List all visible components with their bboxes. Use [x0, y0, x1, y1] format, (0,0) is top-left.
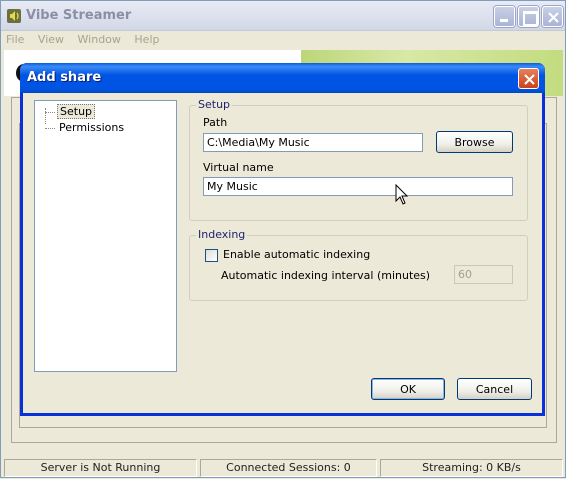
status-bar: Server is Not Running Connected Sessions… [1, 457, 566, 479]
mouse-cursor-icon [395, 184, 409, 205]
ok-button[interactable]: OK [371, 378, 445, 400]
path-input[interactable] [203, 133, 423, 152]
menu-view[interactable]: View [33, 31, 69, 48]
dialog-titlebar[interactable]: Add share [20, 63, 545, 93]
window-title: Vibe Streamer [26, 8, 132, 23]
tree-item-label: Setup [57, 104, 96, 119]
menu-window[interactable]: Window [73, 31, 126, 48]
tree-item-permissions[interactable]: Permissions [43, 121, 126, 135]
browse-button[interactable]: Browse [436, 131, 513, 153]
indexing-group-label: Indexing [196, 228, 248, 241]
virtual-name-input[interactable] [203, 177, 513, 196]
tree-item-setup[interactable]: Setup [43, 104, 96, 119]
indexing-interval-label: Automatic indexing interval (minutes) [221, 269, 431, 282]
close-icon [548, 12, 559, 23]
dialog-title: Add share [27, 70, 102, 85]
speaker-icon [6, 8, 22, 24]
tree-item-label: Permissions [59, 121, 125, 134]
dialog-body: Setup Permissions Setup Path Browse Virt… [23, 93, 542, 413]
virtual-name-label: Virtual name [203, 161, 274, 174]
cancel-button[interactable]: Cancel [457, 378, 532, 400]
indexing-interval-input [454, 265, 513, 284]
close-icon [524, 74, 535, 85]
settings-tree: Setup Permissions [34, 100, 177, 372]
enable-indexing-checkbox[interactable] [205, 249, 218, 262]
status-streaming: Streaming: 0 KB/s [380, 459, 563, 477]
path-label: Path [203, 116, 228, 129]
setup-group-label: Setup [196, 98, 233, 111]
menu-bar: File View Window Help [1, 31, 565, 49]
dialog-close-button[interactable] [518, 68, 539, 89]
main-titlebar[interactable]: Vibe Streamer [1, 1, 565, 31]
add-share-dialog: Add share Setup Permissions Setup Path B… [20, 63, 545, 416]
enable-indexing-label[interactable]: Enable automatic indexing [223, 248, 370, 261]
minimize-button[interactable] [494, 6, 515, 27]
status-sessions: Connected Sessions: 0 [200, 459, 377, 477]
menu-help[interactable]: Help [129, 31, 164, 48]
maximize-button[interactable] [518, 6, 539, 27]
close-button[interactable] [542, 6, 563, 27]
menu-file[interactable]: File [1, 31, 29, 48]
status-server: Server is Not Running [4, 459, 197, 477]
